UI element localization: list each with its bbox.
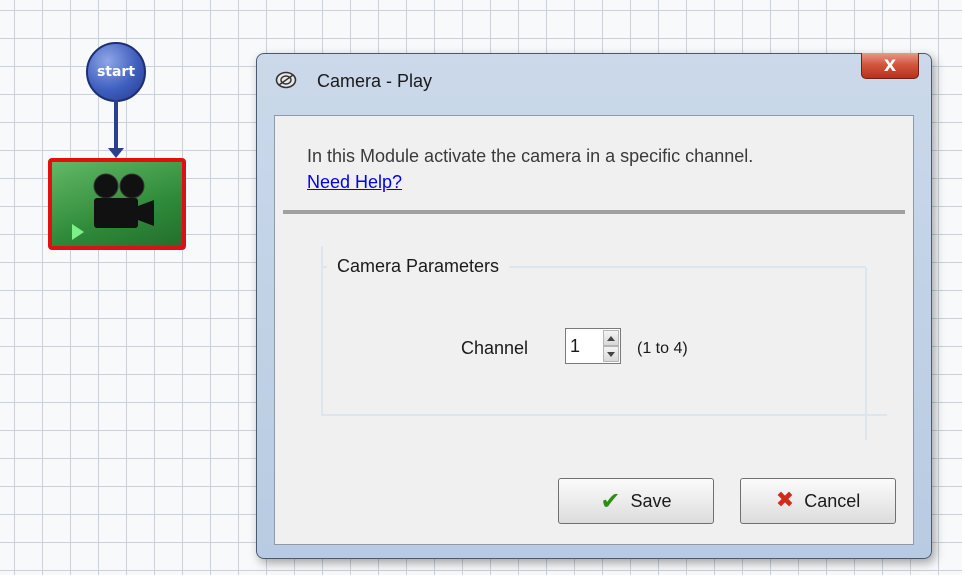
need-help-link[interactable]: Need Help? xyxy=(307,172,402,193)
group-title: Camera Parameters xyxy=(327,256,510,277)
channel-input[interactable] xyxy=(570,333,600,359)
module-description: In this Module activate the camera in a … xyxy=(307,146,754,166)
header-separator xyxy=(283,210,905,214)
groupbox-edge-bottom xyxy=(321,414,887,416)
start-node[interactable]: start xyxy=(86,42,146,102)
dialog-titlebar[interactable]: Camera - Play X xyxy=(257,53,931,106)
stepper-up-button[interactable] xyxy=(603,330,619,346)
groupbox-edge-right xyxy=(865,414,867,440)
movie-camera-icon xyxy=(93,173,154,228)
camera-lens-icon xyxy=(275,71,297,89)
save-button-label: Save xyxy=(630,490,672,511)
flow-connector-line xyxy=(114,100,118,150)
cancel-button[interactable]: ✖ Cancel xyxy=(740,478,896,524)
start-node-label: start xyxy=(96,64,136,80)
cancel-button-label: Cancel xyxy=(804,490,861,511)
channel-range-label: (1 to 4) xyxy=(637,340,688,357)
close-button[interactable]: X xyxy=(861,53,919,79)
channel-stepper[interactable] xyxy=(565,328,621,364)
channel-label: Channel xyxy=(461,338,529,358)
stepper-down-button[interactable] xyxy=(603,346,619,362)
camera-play-dialog: Camera - Play X In this Module activate … xyxy=(256,53,932,559)
close-icon: X xyxy=(883,56,897,75)
x-mark-icon: ✖ xyxy=(775,488,795,513)
stepper-buttons xyxy=(603,330,619,362)
save-button[interactable]: ✔ Save xyxy=(558,478,714,524)
groupbox-edge-top xyxy=(321,246,323,268)
dialog-title: Camera - Play xyxy=(317,71,433,91)
play-icon xyxy=(72,224,84,240)
flow-connector-arrow xyxy=(108,148,124,158)
checkmark-icon: ✔ xyxy=(600,487,621,515)
camera-play-node[interactable] xyxy=(48,158,186,250)
